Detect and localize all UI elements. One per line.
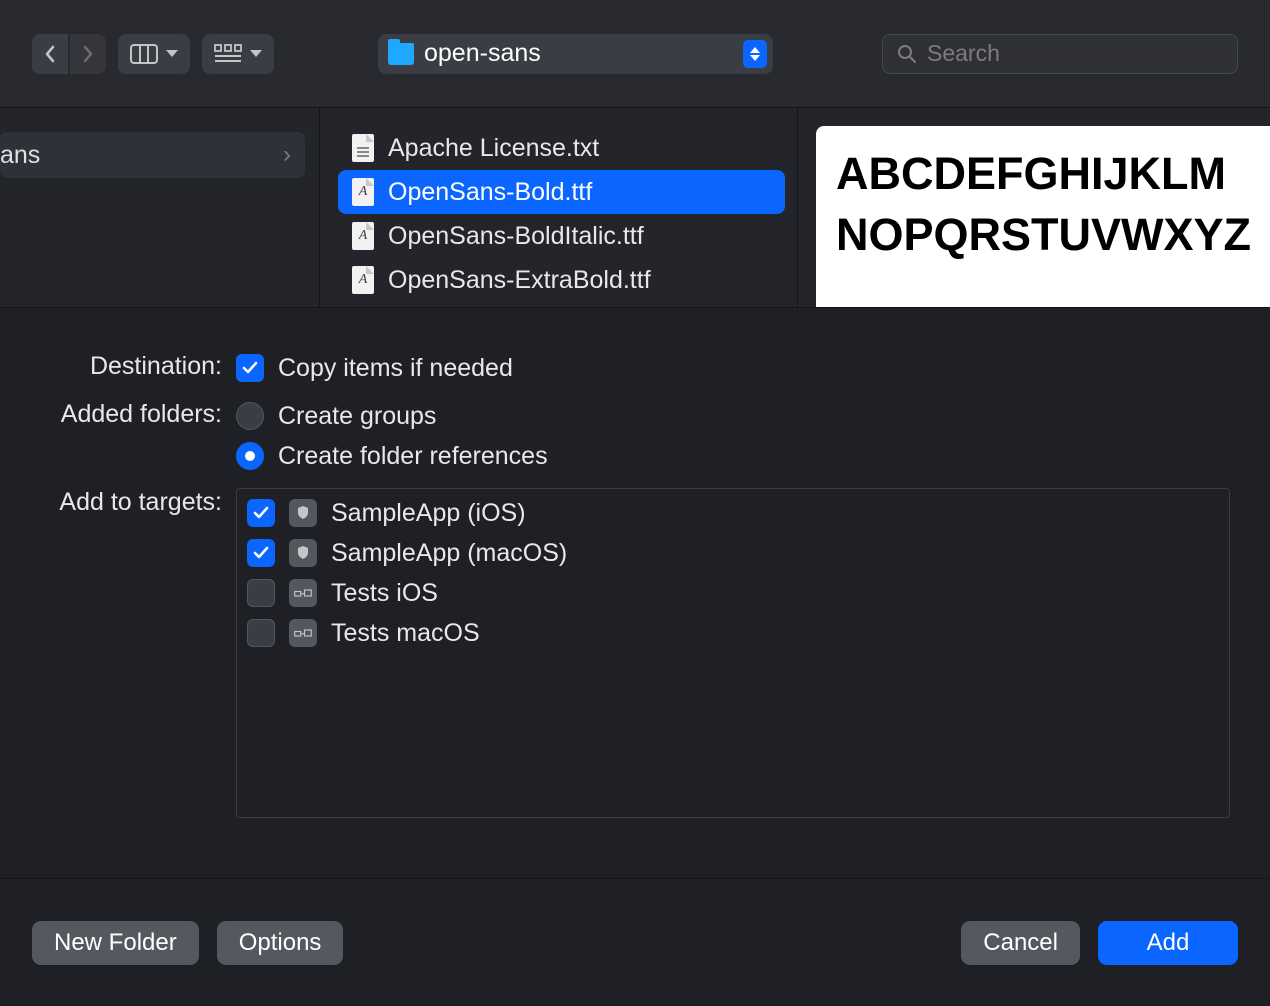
toolbar: open-sans: [0, 0, 1270, 108]
grid-group-icon: [214, 44, 242, 64]
target-row[interactable]: SampleApp (iOS): [247, 493, 1219, 533]
add-button[interactable]: Add: [1098, 921, 1238, 965]
font-file-icon: A: [352, 266, 374, 294]
parent-folder-label: ans: [0, 141, 40, 170]
path-control[interactable]: open-sans: [378, 34, 773, 74]
search-icon: [897, 44, 917, 64]
test-target-icon: [289, 579, 317, 607]
target-checkbox[interactable]: [247, 619, 275, 647]
search-input[interactable]: [927, 40, 1223, 67]
target-row[interactable]: Tests macOS: [247, 613, 1219, 653]
browser-column-files: Apache License.txt A OpenSans-Bold.ttf A Ope…: [320, 108, 798, 307]
test-target-icon: [289, 619, 317, 647]
create-groups-label: Create groups: [278, 402, 436, 431]
target-name: Tests macOS: [331, 619, 480, 648]
file-name: OpenSans-Bold.ttf: [388, 178, 592, 207]
create-folder-references-label: Create folder references: [278, 442, 548, 471]
cancel-button[interactable]: Cancel: [961, 921, 1080, 965]
chevron-down-icon: [250, 50, 262, 57]
options-button[interactable]: Options: [217, 921, 344, 965]
check-icon: [241, 359, 259, 377]
browser-column-parent: ans ›: [0, 108, 320, 307]
target-checkbox[interactable]: [247, 579, 275, 607]
target-row[interactable]: SampleApp (macOS): [247, 533, 1219, 573]
file-name: OpenSans-ExtraBold.ttf: [388, 266, 651, 295]
new-folder-button[interactable]: New Folder: [32, 921, 199, 965]
font-preview: ABCDEFGHIJKLM NOPQRSTUVWXYZ: [816, 126, 1270, 307]
copy-items-checkbox[interactable]: [236, 354, 264, 382]
create-groups-radio[interactable]: [236, 402, 264, 430]
font-file-icon: A: [352, 178, 374, 206]
back-button[interactable]: [32, 34, 68, 74]
add-options-panel: Destination: Copy items if needed Added …: [0, 308, 1270, 878]
target-name: SampleApp (iOS): [331, 499, 526, 528]
target-row[interactable]: Tests iOS: [247, 573, 1219, 613]
target-name: SampleApp (macOS): [331, 539, 567, 568]
app-target-icon: [289, 499, 317, 527]
browser-column-preview: ABCDEFGHIJKLM NOPQRSTUVWXYZ: [798, 108, 1270, 307]
file-row[interactable]: A OpenSans-ExtraBold.ttf: [338, 258, 785, 302]
preview-line: NOPQRSTUVWXYZ: [836, 205, 1270, 266]
targets-list: SampleApp (iOS) SampleApp (macOS) Tests iO…: [236, 488, 1230, 818]
font-file-icon: A: [352, 222, 374, 250]
file-row[interactable]: A OpenSans-BoldItalic.ttf: [338, 214, 785, 258]
folder-icon: [388, 43, 414, 65]
destination-label: Destination:: [0, 348, 222, 388]
copy-items-label: Copy items if needed: [278, 354, 513, 383]
path-label: open-sans: [424, 39, 733, 68]
target-checkbox[interactable]: [247, 499, 275, 527]
columns-icon: [130, 44, 158, 64]
added-folders-label: Added folders:: [0, 396, 222, 476]
search-field[interactable]: [882, 34, 1238, 74]
text-file-icon: [352, 134, 374, 162]
dialog-footer: New Folder Options Cancel Add: [0, 878, 1270, 1006]
chevron-down-icon: [166, 50, 178, 57]
create-folder-references-radio[interactable]: [236, 442, 264, 470]
target-checkbox[interactable]: [247, 539, 275, 567]
file-browser: ans › Apache License.txt A OpenSans-Bold.t…: [0, 108, 1270, 308]
target-name: Tests iOS: [331, 579, 438, 608]
forward-button[interactable]: [70, 34, 106, 74]
view-columns-button[interactable]: [118, 34, 190, 74]
group-by-button[interactable]: [202, 34, 274, 74]
add-to-targets-label: Add to targets:: [0, 484, 222, 818]
chevron-right-icon: ›: [283, 141, 291, 169]
parent-folder-row[interactable]: ans ›: [0, 132, 305, 178]
preview-line: ABCDEFGHIJKLM: [836, 144, 1270, 205]
file-row[interactable]: Apache License.txt: [338, 126, 785, 170]
path-stepper[interactable]: [743, 40, 767, 68]
app-target-icon: [289, 539, 317, 567]
file-name: OpenSans-BoldItalic.ttf: [388, 222, 644, 251]
chevron-right-icon: [81, 45, 95, 63]
file-name: Apache License.txt: [388, 134, 599, 163]
chevron-left-icon: [43, 45, 57, 63]
file-row[interactable]: A OpenSans-Bold.ttf: [338, 170, 785, 214]
nav-buttons: [32, 34, 106, 74]
